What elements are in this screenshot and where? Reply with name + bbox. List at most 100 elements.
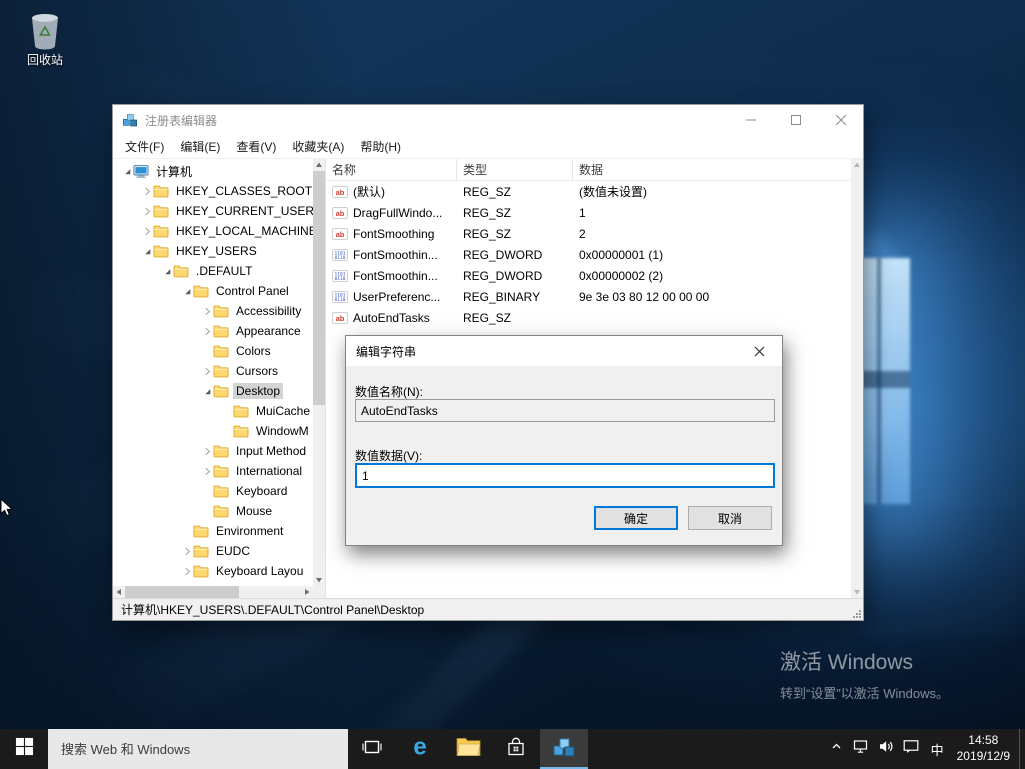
tree-item-appearance[interactable]: Appearance — [113, 321, 313, 341]
tree-item-control-panel[interactable]: Control Panel — [113, 281, 313, 301]
recycle-bin-desktop-icon[interactable]: 回收站 — [12, 8, 78, 68]
tree-item-label: Control Panel — [213, 283, 292, 299]
taskbar-task-view-button[interactable] — [348, 729, 396, 769]
close-button[interactable] — [818, 105, 863, 135]
menu-edit[interactable]: 编辑(E) — [172, 135, 228, 158]
collapse-arrow-icon[interactable] — [141, 245, 153, 257]
expand-arrow-icon[interactable] — [141, 185, 153, 197]
menu-view[interactable]: 查看(V) — [228, 135, 284, 158]
tree-item-default[interactable]: .DEFAULT — [113, 261, 313, 281]
action-center-icon — [903, 739, 919, 759]
scroll-thumb[interactable] — [125, 586, 239, 598]
cancel-button[interactable]: 取消 — [688, 506, 772, 530]
ime-indicator[interactable]: 中 — [924, 729, 951, 769]
maximize-button[interactable] — [773, 105, 818, 135]
taskbar-clock[interactable]: 14:58 2019/12/9 — [951, 729, 1019, 769]
tree-item-hkey-users[interactable]: HKEY_USERS — [113, 241, 313, 261]
tree-item-mouse[interactable]: Mouse — [113, 501, 313, 521]
value-row-dragfullwindo[interactable]: abDragFullWindo...REG_SZ1 — [326, 202, 851, 223]
ok-button[interactable]: 确定 — [594, 506, 678, 530]
tree-item-keyboard-layou[interactable]: Keyboard Layou — [113, 561, 313, 581]
taskbar-store-button[interactable] — [492, 729, 540, 769]
value-row-autoendtasks[interactable]: abAutoEndTasksREG_SZ — [326, 307, 851, 328]
tree-item-hkey-local-machine[interactable]: HKEY_LOCAL_MACHINE — [113, 221, 313, 241]
tray-action-center-button[interactable] — [899, 729, 924, 769]
expand-arrow-icon[interactable] — [201, 465, 213, 477]
expand-arrow-icon[interactable] — [201, 365, 213, 377]
value-row-fontsmoothing[interactable]: abFontSmoothingREG_SZ2 — [326, 223, 851, 244]
column-header-type[interactable]: 类型 — [457, 159, 573, 180]
collapse-arrow-icon[interactable] — [181, 285, 193, 297]
column-header-data[interactable]: 数据 — [573, 159, 851, 180]
scroll-down-icon[interactable] — [851, 586, 863, 598]
minimize-button[interactable] — [728, 105, 773, 135]
collapse-arrow-icon[interactable] — [161, 265, 173, 277]
expand-arrow-icon[interactable] — [201, 325, 213, 337]
value-data-field[interactable] — [355, 463, 775, 488]
value-row-fontsmoothin[interactable]: 11010110FontSmoothin...REG_DWORD0x000000… — [326, 265, 851, 286]
scroll-up-icon[interactable] — [313, 159, 325, 171]
tree-item-keyboard[interactable]: Keyboard — [113, 481, 313, 501]
tray-show-hidden-icons-button[interactable] — [824, 729, 849, 769]
scroll-track[interactable] — [851, 171, 863, 586]
taskbar-regedit-button[interactable] — [540, 729, 588, 769]
scroll-left-icon[interactable] — [113, 586, 125, 598]
value-row-默认[interactable]: ab(默认)REG_SZ(数值未设置) — [326, 181, 851, 202]
scroll-track[interactable] — [125, 586, 301, 598]
tree-item-eudc[interactable]: EUDC — [113, 541, 313, 561]
collapse-arrow-icon[interactable] — [201, 385, 213, 397]
value-row-userpreferenc[interactable]: 11010110UserPreferenc...REG_BINARY9e 3e … — [326, 286, 851, 307]
tray-volume-button[interactable] — [874, 729, 899, 769]
taskbar-spacer — [588, 729, 824, 769]
expand-arrow-icon[interactable] — [141, 205, 153, 217]
taskbar-search-box[interactable] — [48, 729, 348, 769]
expand-arrow-icon[interactable] — [141, 225, 153, 237]
expand-arrow-icon[interactable] — [201, 305, 213, 317]
taskbar-file-explorer-button[interactable] — [444, 729, 492, 769]
tree-item-international[interactable]: International — [113, 461, 313, 481]
tree-item-colors[interactable]: Colors — [113, 341, 313, 361]
svg-text:0110: 0110 — [334, 255, 345, 261]
tree-item-desktop[interactable]: Desktop — [113, 381, 313, 401]
value-row-fontsmoothin[interactable]: 11010110FontSmoothin...REG_DWORD0x000000… — [326, 244, 851, 265]
tree-item-environment[interactable]: Environment — [113, 521, 313, 541]
arrow-spacer — [201, 345, 213, 357]
svg-text:ab: ab — [336, 209, 345, 218]
dialog-close-button[interactable] — [737, 336, 782, 366]
tree-item-label: Mouse — [233, 503, 275, 519]
tree-horizontal-scrollbar[interactable] — [113, 586, 313, 598]
menu-favorites[interactable]: 收藏夹(A) — [284, 135, 352, 158]
scroll-right-icon[interactable] — [301, 586, 313, 598]
start-button[interactable] — [0, 729, 48, 769]
expand-arrow-icon[interactable] — [181, 545, 193, 557]
tree-item-cursors[interactable]: Cursors — [113, 361, 313, 381]
value-name-field[interactable] — [355, 399, 775, 422]
scroll-down-icon[interactable] — [313, 574, 325, 586]
expand-arrow-icon[interactable] — [201, 445, 213, 457]
value-name: UserPreferenc... — [353, 290, 440, 304]
taskbar-edge-button[interactable]: e — [396, 729, 444, 769]
tree-item-input-method[interactable]: Input Method — [113, 441, 313, 461]
tree-item-muicache[interactable]: MuiCache — [113, 401, 313, 421]
list-vertical-scrollbar[interactable] — [851, 159, 863, 598]
regedit-titlebar[interactable]: 注册表编辑器 — [113, 105, 863, 135]
collapse-arrow-icon[interactable] — [121, 165, 133, 177]
resize-grip[interactable] — [852, 609, 862, 619]
menu-help[interactable]: 帮助(H) — [352, 135, 409, 158]
menu-file[interactable]: 文件(F) — [117, 135, 172, 158]
tree-item-accessibility[interactable]: Accessibility — [113, 301, 313, 321]
tree-vertical-scrollbar[interactable] — [313, 159, 325, 586]
scroll-thumb[interactable] — [313, 171, 325, 405]
expand-arrow-icon[interactable] — [181, 565, 193, 577]
tree-item-windowm[interactable]: WindowM — [113, 421, 313, 441]
column-header-name[interactable]: 名称 — [326, 159, 457, 180]
show-desktop-button[interactable] — [1019, 729, 1025, 769]
search-input[interactable] — [48, 729, 348, 769]
tray-network-button[interactable] — [849, 729, 874, 769]
tree-item-计算机[interactable]: 计算机 — [113, 161, 313, 181]
dialog-titlebar[interactable]: 编辑字符串 — [346, 336, 782, 366]
tree-item-hkey-classes-root[interactable]: HKEY_CLASSES_ROOT — [113, 181, 313, 201]
scroll-track[interactable] — [313, 171, 325, 574]
scroll-up-icon[interactable] — [851, 159, 863, 171]
tree-item-hkey-current-user[interactable]: HKEY_CURRENT_USER — [113, 201, 313, 221]
